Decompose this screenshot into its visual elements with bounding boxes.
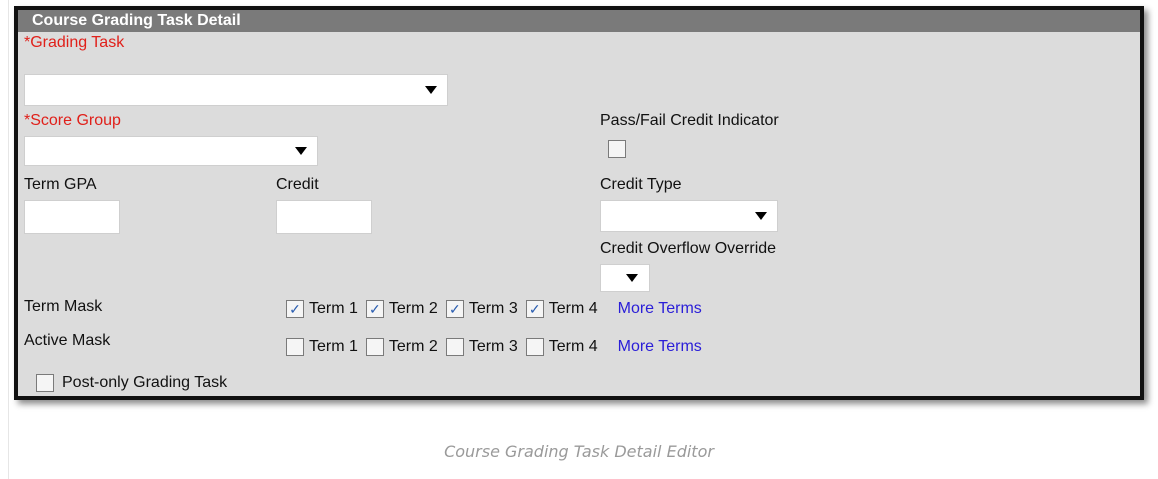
term-gpa-label: Term GPA [24,176,97,193]
page-left-rule [8,0,9,479]
term-label: Term 4 [548,300,598,317]
chevron-down-icon [755,212,767,220]
chevron-down-icon [295,147,307,155]
chevron-down-icon [425,86,437,94]
active-mask-term-1-checkbox[interactable] [286,338,304,356]
credit-label: Credit [276,176,319,193]
grading-task-label: *Grading Task [24,34,125,51]
active-mask-term-2[interactable]: Term 2 [365,338,438,356]
term-mask-term-3[interactable]: ✓ Term 3 [445,300,518,318]
term-mask-term-2[interactable]: ✓ Term 2 [365,300,438,318]
active-mask-term-4[interactable]: Term 4 [525,338,598,356]
active-mask-label: Active Mask [24,332,111,349]
active-mask-row: Term 1 Term 2 Term 3 Term 4 More Terms [286,338,702,356]
active-mask-term-1[interactable]: Term 1 [286,338,358,356]
term-gpa-input[interactable] [24,200,120,234]
course-grading-task-detail-panel: Course Grading Task Detail *Grading Task… [14,6,1144,400]
active-mask-term-3[interactable]: Term 3 [445,338,518,356]
grading-task-select[interactable] [24,74,448,106]
score-group-label: *Score Group [24,112,121,129]
term-mask-term-4[interactable]: ✓ Term 4 [525,300,598,318]
term-mask-term-1-checkbox[interactable]: ✓ [286,300,304,318]
active-mask-term-3-checkbox[interactable] [445,338,464,356]
term-mask-term-1[interactable]: ✓ Term 1 [286,300,358,318]
figure-caption: Course Grading Task Detail Editor [444,442,714,461]
term-mask-term-3-checkbox[interactable]: ✓ [445,300,464,318]
term-mask-term-4-checkbox[interactable]: ✓ [525,300,544,318]
panel-title: Course Grading Task Detail [18,10,1140,32]
term-label: Term 2 [388,338,438,355]
term-label: Term 2 [388,300,438,317]
post-only-grading-task-label: Post-only Grading Task [62,374,228,391]
term-label: Term 4 [548,338,598,355]
term-mask-more-terms-link[interactable]: More Terms [618,300,702,318]
term-label: Term 3 [468,300,518,317]
credit-type-select[interactable] [600,200,778,232]
active-mask-term-4-checkbox[interactable] [525,338,544,356]
active-mask-term-2-checkbox[interactable] [365,338,384,356]
term-mask-label: Term Mask [24,298,103,315]
active-mask-more-terms-link[interactable]: More Terms [618,338,702,356]
term-label: Term 1 [309,338,358,355]
pass-fail-credit-checkbox[interactable] [608,140,626,158]
term-mask-term-2-checkbox[interactable]: ✓ [365,300,384,318]
post-only-grading-task-checkbox[interactable] [36,374,54,392]
credit-overflow-label: Credit Overflow Override [600,240,777,257]
term-mask-row: ✓ Term 1 ✓ Term 2 ✓ Term 3 ✓ Term 4 More… [286,300,702,318]
pass-fail-credit-label: Pass/Fail Credit Indicator [600,112,779,129]
credit-input[interactable] [276,200,372,234]
chevron-down-icon [626,274,638,282]
term-label: Term 1 [309,300,358,317]
score-group-select[interactable] [24,136,318,166]
credit-overflow-select[interactable] [600,264,650,292]
credit-type-label: Credit Type [600,176,682,193]
term-label: Term 3 [468,338,518,355]
